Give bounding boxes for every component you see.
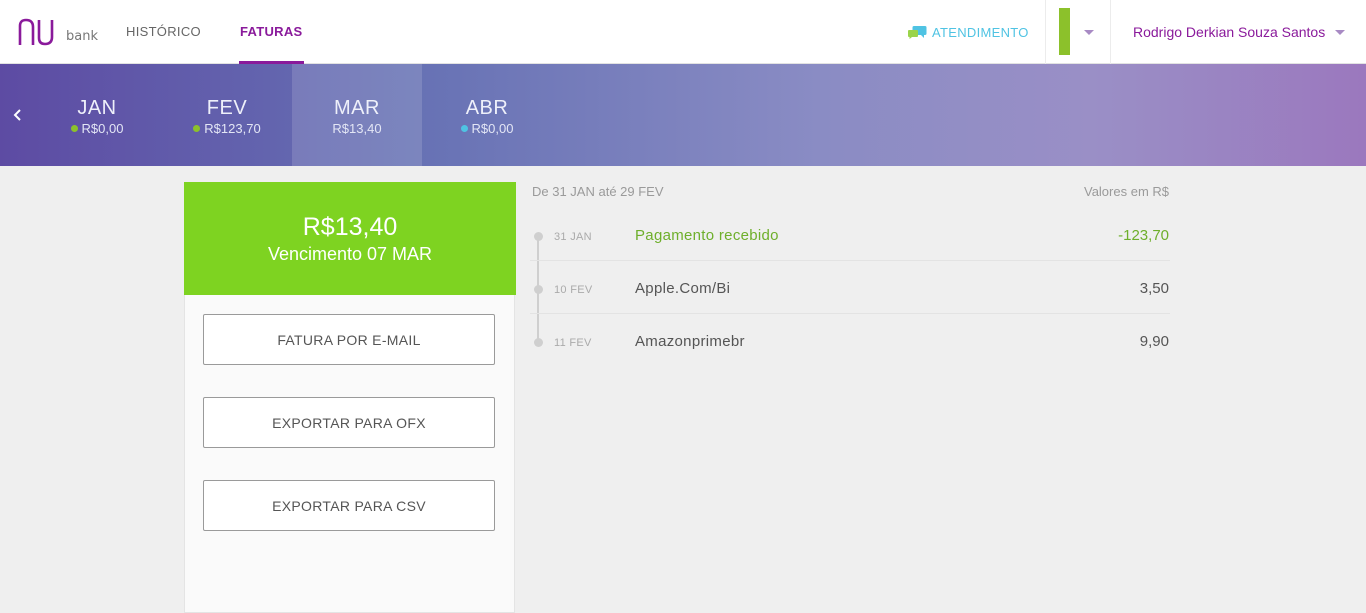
invoice-card: R$13,40 Vencimento 07 MAR FATURA POR E-M… <box>184 182 516 613</box>
status-dot <box>460 125 468 132</box>
status-dot <box>70 125 78 132</box>
timeline-dot <box>534 232 543 241</box>
transaction-description: Amazonprimebr <box>635 333 745 350</box>
timeline-dot <box>534 338 543 347</box>
month-abr[interactable]: ABR R$0,00 <box>422 64 552 166</box>
transaction-value: 3,50 <box>1139 280 1169 297</box>
header-divider <box>1110 0 1111 64</box>
month-amount: R$0,00 <box>422 121 552 136</box>
email-invoice-button[interactable]: FATURA POR E-MAIL <box>203 314 495 365</box>
nubank-logo[interactable]: bank <box>18 18 98 46</box>
chat-bubbles-icon <box>908 26 927 39</box>
transaction-value: -123,70 <box>1118 227 1169 244</box>
month-amount-value: R$0,00 <box>471 121 514 136</box>
month-selector: JAN R$0,00 FEV R$123,70 MAR R$13,40 ABR … <box>0 64 1366 166</box>
month-fev[interactable]: FEV R$123,70 <box>162 64 292 166</box>
month-amount: R$13,40 <box>292 121 422 136</box>
nav-faturas-label: FATURAS <box>240 24 303 39</box>
logo-text: bank <box>66 29 98 44</box>
transaction-row[interactable]: 10 FEV Apple.Com/Bi 3,50 <box>530 261 1170 314</box>
month-mar[interactable]: MAR R$13,40 <box>292 64 422 166</box>
chevron-left-icon[interactable] <box>10 105 24 125</box>
month-amount-value: R$123,70 <box>204 121 261 136</box>
month-amount: R$123,70 <box>162 121 292 136</box>
month-name: FEV <box>206 97 248 119</box>
transaction-value: 9,90 <box>1139 333 1169 350</box>
currency-note: Valores em R$ <box>1083 184 1169 199</box>
transaction-date: 31 JAN <box>554 231 592 243</box>
invoice-summary: R$13,40 Vencimento 07 MAR <box>184 182 516 295</box>
transaction-date: 10 FEV <box>554 284 593 296</box>
invoice-due-date: Vencimento 07 MAR <box>267 244 433 264</box>
month-name: ABR <box>465 97 509 119</box>
month-amount-value: R$13,40 <box>332 121 382 136</box>
invoice-total: R$13,40 <box>302 213 398 241</box>
month-amount-value: R$0,00 <box>81 121 124 136</box>
month-amount: R$0,00 <box>32 121 162 136</box>
export-csv-button[interactable]: EXPORTAR PARA CSV <box>203 480 495 531</box>
transaction-row[interactable]: 11 FEV Amazonprimebr 9,90 <box>530 314 1170 367</box>
billing-period: De 31 JAN até 29 FEV <box>532 184 664 199</box>
header-divider <box>1045 0 1046 64</box>
timeline-dot <box>534 285 543 294</box>
support-link[interactable]: ATENDIMENTO <box>908 0 1029 64</box>
status-dot <box>193 125 201 132</box>
account-color-indicator <box>1059 8 1070 55</box>
top-navigation-bar: bank HISTÓRICO FATURAS ATENDIMENTO Rodri… <box>0 0 1366 64</box>
month-name: JAN <box>77 97 117 119</box>
user-menu[interactable]: Rodrigo Derkian Souza Santos <box>1133 0 1325 64</box>
transaction-description: Pagamento recebido <box>635 227 779 244</box>
support-label: ATENDIMENTO <box>932 24 1029 40</box>
transaction-date: 11 FEV <box>554 337 592 349</box>
nav-historico[interactable]: HISTÓRICO <box>126 0 201 64</box>
transaction-row[interactable]: 31 JAN Pagamento recebido -123,70 <box>530 208 1170 261</box>
month-name: MAR <box>334 97 380 119</box>
nav-faturas[interactable]: FATURAS <box>239 0 304 64</box>
chevron-down-icon[interactable] <box>1084 30 1094 35</box>
transaction-description: Apple.Com/Bi <box>635 280 731 297</box>
month-jan[interactable]: JAN R$0,00 <box>32 64 162 166</box>
chevron-down-icon[interactable] <box>1335 30 1345 35</box>
nubank-logo-icon <box>18 18 54 46</box>
export-ofx-button[interactable]: EXPORTAR PARA OFX <box>203 397 495 448</box>
